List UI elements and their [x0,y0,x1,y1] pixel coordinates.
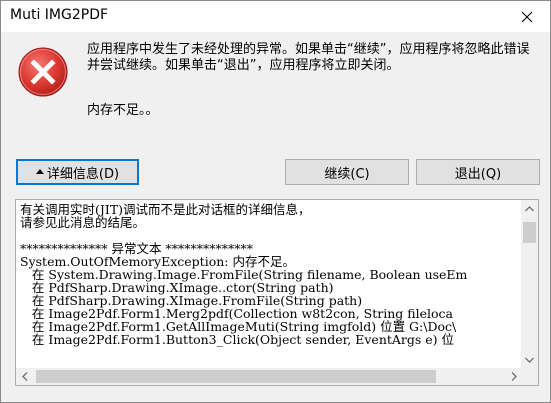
scroll-down-button[interactable] [521,351,538,368]
close-icon [521,11,533,22]
error-dialog-window: Muti IMG2PDF 应用程序中发生了未经处理的异常。如果单击“继续”，应用… [0,0,551,403]
details-button-label: 详细信息(D) [46,166,120,182]
details-line: 在 Image2Pdf.Form1.Button3_Click(Object s… [20,332,455,347]
chevron-right-icon [511,372,517,381]
scroll-left-button[interactable] [16,368,33,385]
expand-triangle-icon [35,168,44,174]
scroll-up-button[interactable] [521,200,538,217]
quit-button-label: 退出(Q) [454,166,502,182]
window-title: Muti IMG2PDF [10,7,109,23]
continue-button-label: 继续(C) [324,166,370,182]
details-button[interactable]: 详细信息(D) [16,159,139,185]
scroll-corner [521,368,538,385]
continue-button[interactable]: 继续(C) [285,159,409,185]
error-icon [18,47,68,97]
details-textbox[interactable]: 有关调用实时(JIT)调试而不是此对话框的详细信息， 请参见此消息的结尾。 ****… [15,199,539,386]
details-text: 有关调用实时(JIT)调试而不是此对话框的详细信息， 请参见此消息的结尾。 ****… [16,200,522,368]
vertical-scrollbar[interactable] [521,200,538,368]
error-submessage: 内存不足。。 [87,103,159,118]
chevron-up-icon [525,205,534,211]
horizontal-scroll-thumb[interactable] [36,370,436,383]
close-button[interactable] [504,1,550,32]
chevron-down-icon [525,357,534,363]
scroll-right-button[interactable] [505,368,522,385]
chevron-left-icon [21,372,27,381]
error-message: 应用程序中发生了未经处理的异常。如果单击“继续”，应用程序将忽略此错误并尝试继续… [87,42,530,73]
horizontal-scrollbar[interactable] [16,368,522,385]
details-line: 请参见此消息的结尾。 [20,215,146,230]
quit-button[interactable]: 退出(Q) [416,159,540,185]
title-bar: Muti IMG2PDF [1,1,550,32]
vertical-scroll-thumb[interactable] [523,222,536,243]
